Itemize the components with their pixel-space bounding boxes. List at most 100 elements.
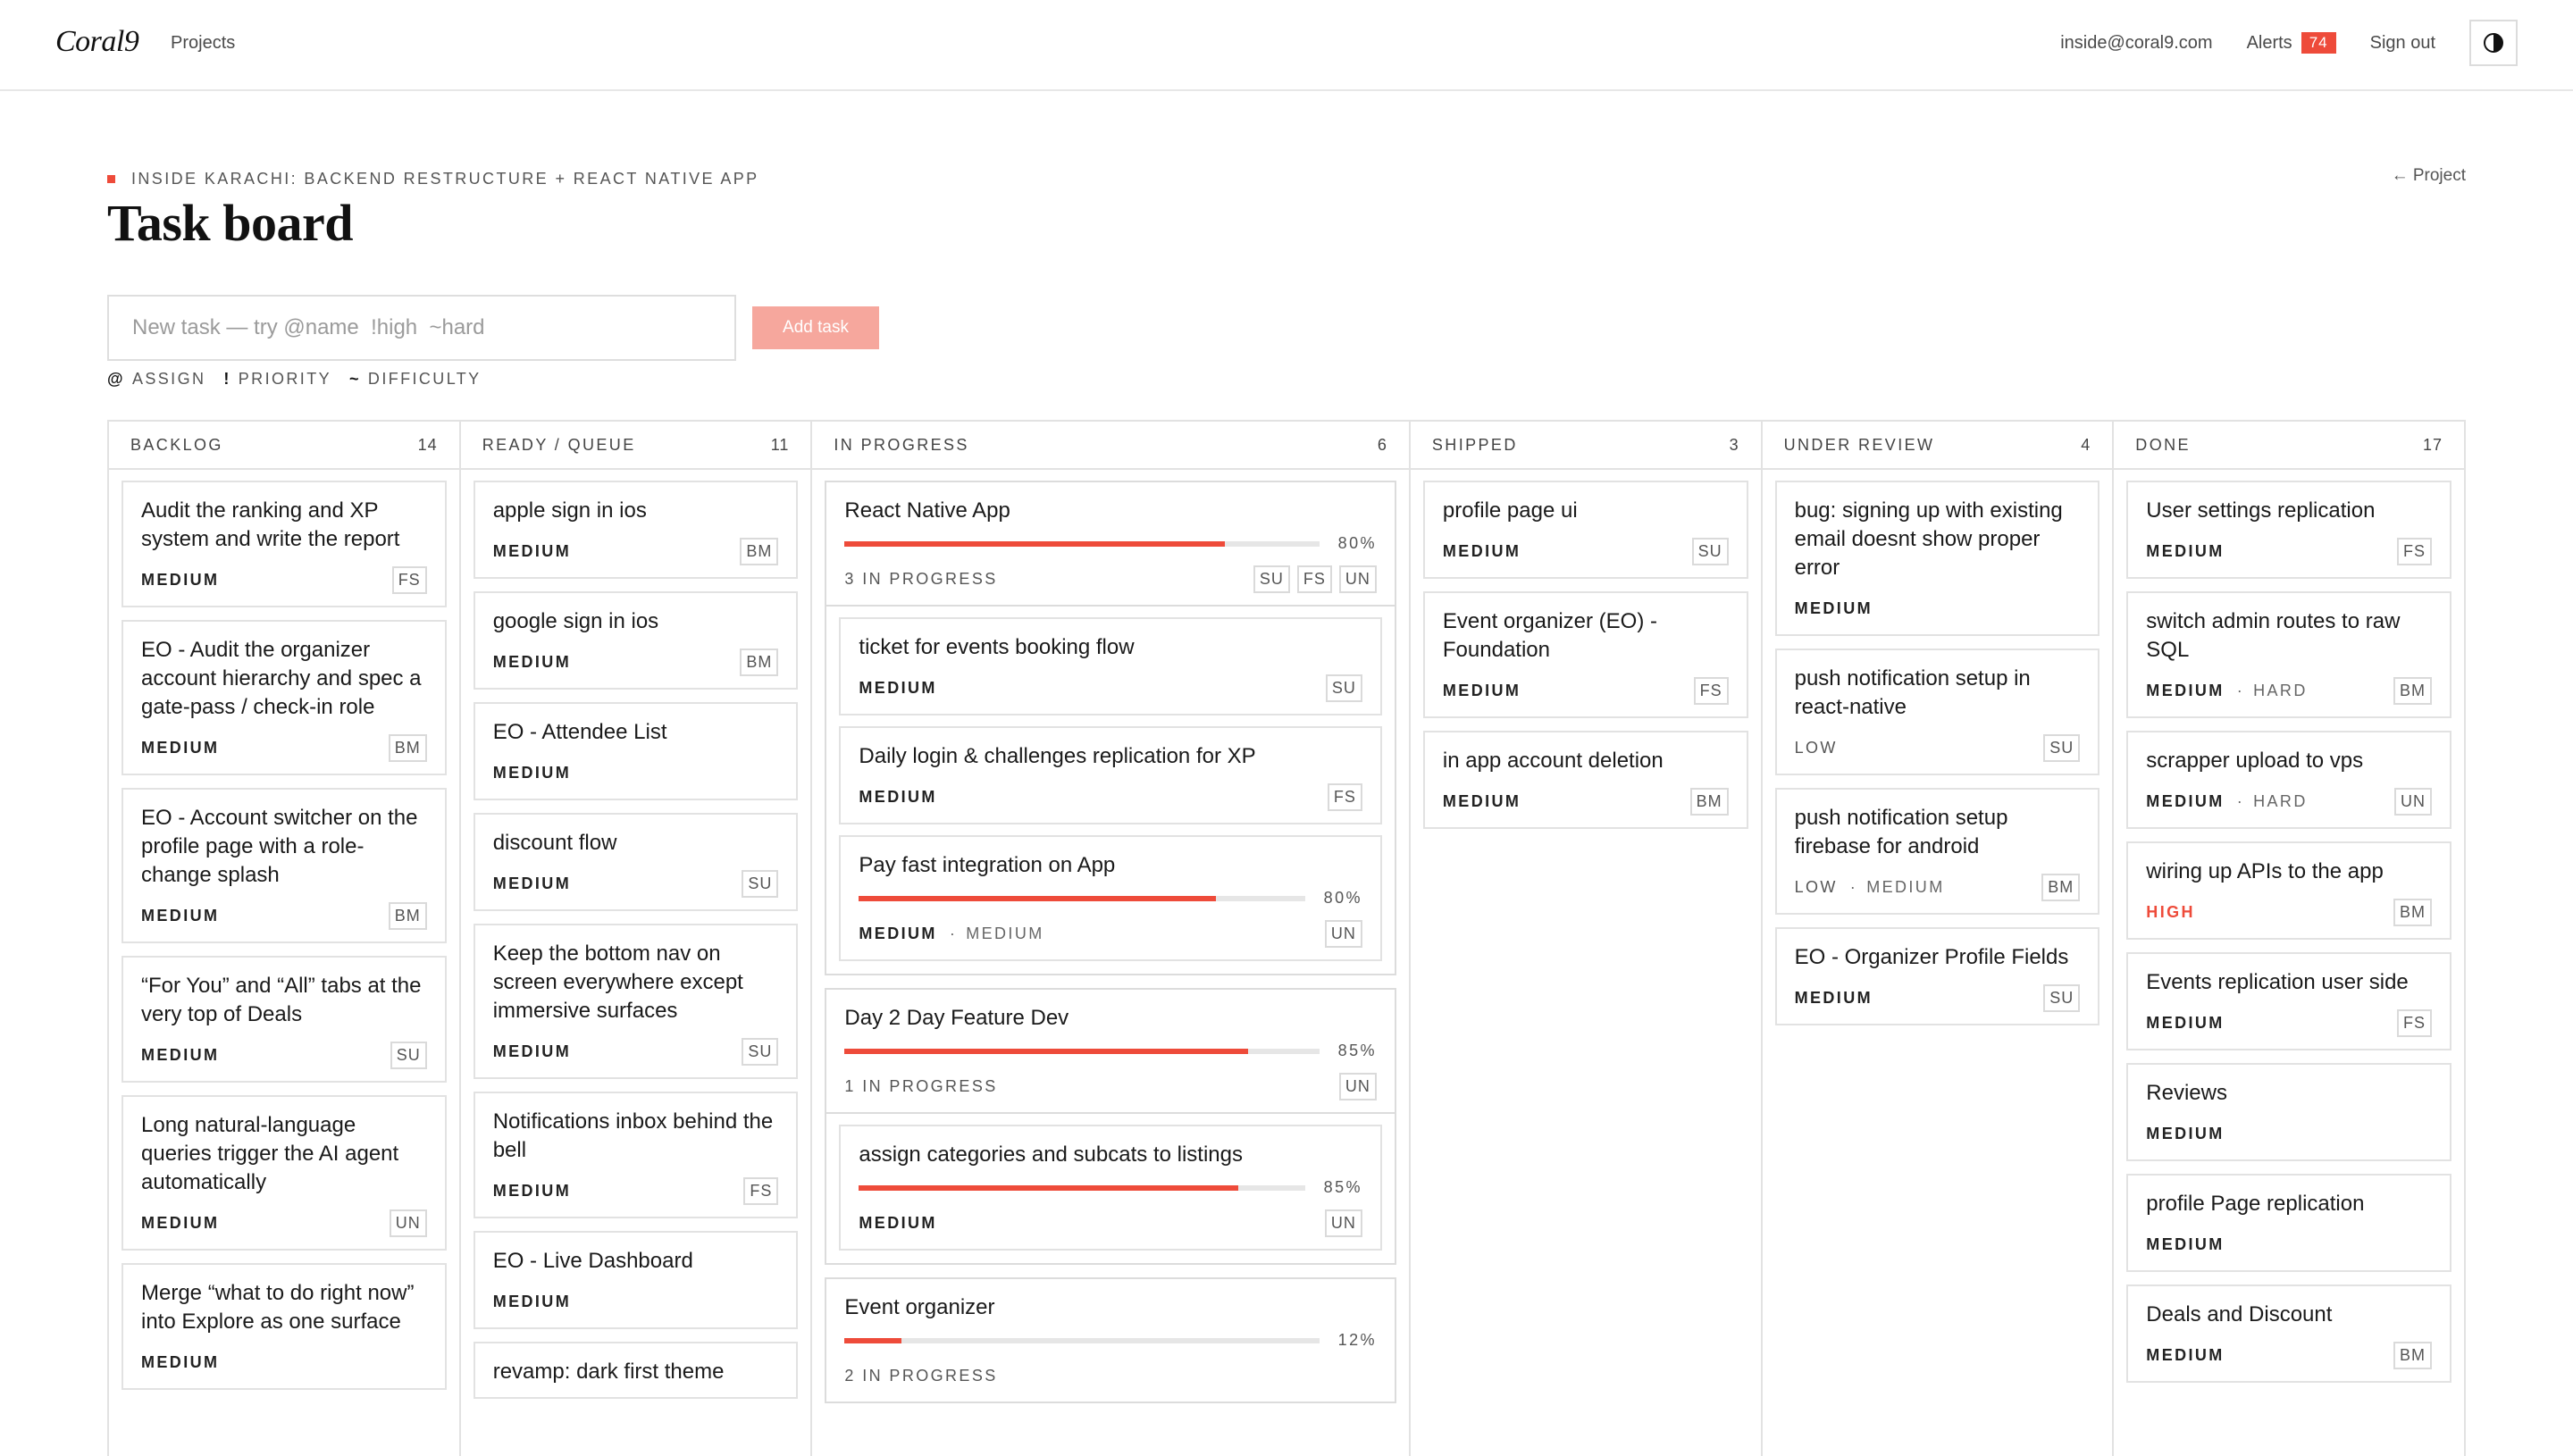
progress-fill [859, 1184, 1238, 1191]
assignee-avatar[interactable]: BM [2041, 873, 2081, 901]
task-card[interactable]: in app account deletion MEDIUM BM [1422, 731, 1748, 829]
assignee-avatar[interactable]: UN [1324, 1209, 1362, 1237]
task-card[interactable]: apple sign in ios MEDIUM BM [473, 481, 799, 579]
task-title: EO - Attendee List [492, 720, 667, 744]
task-tags: MEDIUM [493, 1042, 571, 1061]
epic-card[interactable]: Event organizer 12% 2 IN PROGRESS [825, 1277, 1396, 1403]
alerts-link[interactable]: Alerts 74 [2247, 32, 2336, 54]
task-card[interactable]: ticket for events booking flow MEDIUM SU [839, 617, 1382, 715]
nav-projects-link[interactable]: Projects [171, 33, 235, 54]
sign-out-link[interactable]: Sign out [2370, 33, 2435, 54]
task-card[interactable]: Event organizer (EO) - Foundation MEDIUM F… [1422, 591, 1748, 718]
assignee-avatar[interactable]: UN [1338, 565, 1377, 593]
task-title: push notification setup in react-native [1794, 666, 2031, 719]
logo[interactable]: Coral9 [55, 25, 139, 59]
task-card[interactable]: wiring up APIs to the app HIGH BM [2126, 841, 2451, 940]
assignee-avatar[interactable]: FS [2396, 537, 2432, 565]
assignee-avatar[interactable]: BM [2393, 898, 2432, 926]
task-card[interactable]: push notification setup firebase for and… [1774, 788, 2100, 915]
task-card[interactable]: Daily login & challenges replication for… [839, 726, 1382, 824]
assignee-avatar[interactable]: SU [742, 869, 779, 898]
assignee-avatar[interactable]: SU [390, 1041, 427, 1069]
task-card[interactable]: Notifications inbox behind the bell MEDIU… [473, 1092, 799, 1218]
task-tags: MEDIUM [2146, 542, 2224, 561]
add-task-button[interactable]: Add task [752, 306, 879, 349]
assignee-avatar[interactable]: SU [1253, 565, 1290, 593]
assignee-avatar[interactable]: BM [740, 648, 779, 676]
assignee-avatar[interactable]: UN [1324, 919, 1362, 948]
assignee-avatar[interactable]: FS [391, 565, 427, 594]
task-card[interactable]: Pay fast integration on App80%MEDIUMMEDI… [839, 835, 1382, 961]
task-card[interactable]: Audit the ranking and XP system and writ… [122, 481, 447, 607]
assignee-avatar[interactable]: SU [2043, 733, 2081, 762]
column-title: SHIPPED [1431, 435, 1518, 454]
task-tags: MEDIUM [493, 874, 571, 893]
task-card[interactable]: EO - Attendee List MEDIUM [473, 702, 799, 800]
task-card[interactable]: EO - Audit the organizer account hierarc… [122, 620, 447, 775]
priority-tag: MEDIUM [1442, 681, 1521, 699]
assignee-avatar[interactable]: SU [1691, 537, 1729, 565]
task-card[interactable]: revamp: dark first theme [473, 1342, 799, 1399]
task-card[interactable]: “For You” and “All” tabs at the very top… [122, 956, 447, 1083]
task-card[interactable]: Events replication user side MEDIUM FS [2126, 952, 2451, 1050]
task-card[interactable]: assign categories and subcats to listing… [839, 1125, 1382, 1251]
priority-tag: MEDIUM [141, 1213, 220, 1232]
task-card[interactable]: profile page ui MEDIUM SU [1422, 481, 1748, 579]
column-in-progress: IN PROGRESS 6 React Native App 80% 3 IN PROG… [812, 420, 1411, 1456]
assignee-avatar[interactable]: SU [2043, 983, 2081, 1012]
assignee-avatar[interactable]: BM [2393, 1341, 2432, 1369]
task-card[interactable]: scrapper upload to vps MEDIUM HARD UN [2126, 731, 2451, 829]
task-card[interactable]: push notification setup in react-native L… [1774, 649, 2100, 775]
theme-toggle-button[interactable] [2469, 20, 2518, 66]
task-card[interactable]: Merge “what to do right now” into Explor… [122, 1263, 447, 1390]
assignee-avatar[interactable]: FS [743, 1176, 779, 1205]
task-card[interactable]: Deals and Discount MEDIUM BM [2126, 1284, 2451, 1383]
progress-percent: 85% [1337, 1042, 1377, 1059]
task-card[interactable]: switch admin routes to raw SQL MEDIUM HARD… [2126, 591, 2451, 718]
hint-symbol: ~ [349, 370, 361, 388]
epic-card[interactable]: React Native App 80% 3 IN PROGRESS SU FS UN [825, 481, 1396, 607]
assignee-avatar[interactable]: FS [2396, 1008, 2432, 1037]
task-card[interactable]: discount flow MEDIUM SU [473, 813, 799, 911]
task-meta: MEDIUM SU [1443, 536, 1729, 566]
task-card[interactable]: google sign in ios MEDIUM BM [473, 591, 799, 690]
progress-fill [859, 895, 1216, 901]
assignee-avatar[interactable]: SU [1325, 674, 1362, 702]
task-tags: MEDIUM [2146, 1346, 2224, 1365]
task-card[interactable]: Reviews MEDIUM [2126, 1063, 2451, 1161]
column-done: DONE 17 User settings replication MEDIUM FS s… [2114, 420, 2466, 1456]
assignee-avatar[interactable]: BM [1689, 787, 1729, 816]
task-meta: MEDIUM FS [2146, 536, 2432, 566]
epic-card[interactable]: Day 2 Day Feature Dev 85% 1 IN PROGRESS UN [825, 988, 1396, 1114]
assignee-avatar[interactable]: UN [389, 1209, 427, 1237]
column-count: 4 [2081, 435, 2091, 454]
back-to-project-link[interactable]: ← Project [2392, 166, 2466, 186]
task-card[interactable]: EO - Account switcher on the profile pag… [122, 788, 447, 943]
task-tags: MEDIUM HARD [2146, 682, 2307, 700]
assignee-avatar[interactable]: FS [1296, 565, 1332, 593]
task-card[interactable]: Keep the bottom nav on screen everywhere… [473, 924, 799, 1079]
assignee-avatar[interactable]: FS [1327, 782, 1362, 811]
assignee-avatar[interactable]: UN [1338, 1072, 1377, 1100]
task-meta: MEDIUM HARD UN [2146, 786, 2432, 816]
assignee-avatar[interactable]: FS [1693, 676, 1729, 705]
priority-tag: MEDIUM [141, 570, 220, 589]
assignee-avatar[interactable]: BM [2393, 676, 2432, 705]
task-card[interactable]: profile Page replication MEDIUM [2126, 1174, 2451, 1272]
new-task-input[interactable] [107, 295, 736, 361]
assignee-avatar[interactable]: SU [742, 1037, 779, 1066]
assignee-avatar[interactable]: BM [388, 733, 427, 762]
assignee-avatar[interactable]: BM [388, 901, 427, 930]
task-meta: MEDIUM BM [2146, 1340, 2432, 1370]
task-card[interactable]: User settings replication MEDIUM FS [2126, 481, 2451, 579]
assignee-avatar[interactable]: UN [2394, 787, 2432, 816]
task-title: Event organizer (EO) - Foundation [1442, 609, 1657, 662]
hint-symbol: @ [107, 370, 125, 388]
assignee-avatar[interactable]: BM [740, 537, 779, 565]
task-card[interactable]: bug: signing up with existing email does… [1774, 481, 2100, 636]
task-tags: LOW [1795, 739, 1838, 757]
task-card[interactable]: EO - Live Dashboard MEDIUM [473, 1231, 799, 1329]
task-card[interactable]: EO - Organizer Profile Fields MEDIUM SU [1774, 927, 2100, 1025]
task-meta: MEDIUM [1795, 593, 2081, 623]
task-card[interactable]: Long natural-language queries trigger th… [122, 1095, 447, 1251]
